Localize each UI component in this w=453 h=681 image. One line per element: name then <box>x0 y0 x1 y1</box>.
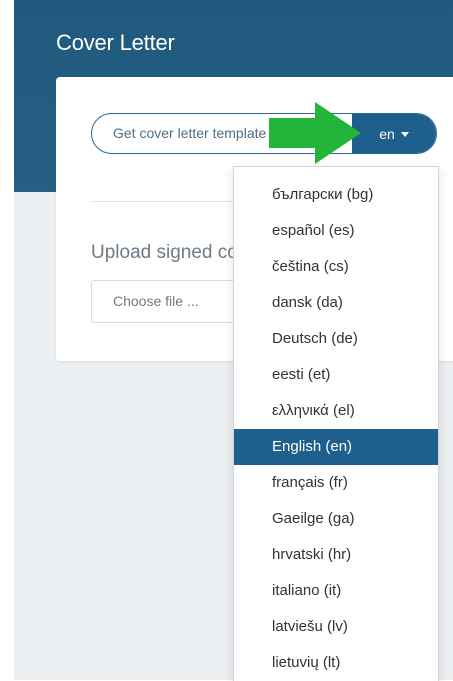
page-title: Cover Letter <box>56 30 175 55</box>
language-option[interactable]: italiano (it) <box>234 573 438 609</box>
language-dropdown-toggle[interactable]: en <box>352 114 436 153</box>
language-option[interactable]: български (bg) <box>234 177 438 213</box>
language-option[interactable]: lietuvių (lt) <box>234 645 438 681</box>
caret-down-icon <box>400 132 409 137</box>
language-option[interactable]: français (fr) <box>234 465 438 501</box>
file-input-placeholder: Choose file ... <box>113 293 199 309</box>
language-dropdown-menu: български (bg) español (es) čeština (cs) da… <box>233 166 439 681</box>
arrow-shape <box>269 102 361 164</box>
language-option[interactable]: Gaeilge (ga) <box>234 501 438 537</box>
language-option[interactable]: dansk (da) <box>234 285 438 321</box>
language-option[interactable]: English (en) <box>234 429 438 465</box>
selected-language-code: en <box>379 125 395 142</box>
language-option[interactable]: español (es) <box>234 213 438 249</box>
get-template-button[interactable]: Get cover letter template en <box>91 113 437 154</box>
language-option[interactable]: latviešu (lv) <box>234 609 438 645</box>
upload-label: Upload signed cover letter <box>91 242 233 263</box>
language-option[interactable]: čeština (cs) <box>234 249 438 285</box>
file-input[interactable]: Choose file ... <box>91 280 241 323</box>
language-option[interactable]: Deutsch (de) <box>234 321 438 357</box>
arrow-right-icon <box>269 102 361 164</box>
language-option[interactable]: ελληνικά (el) <box>234 393 438 429</box>
language-list: български (bg) español (es) čeština (cs) da… <box>234 167 438 681</box>
language-option[interactable]: eesti (et) <box>234 357 438 393</box>
get-template-label: Get cover letter template <box>113 125 267 141</box>
language-option[interactable]: hrvatski (hr) <box>234 537 438 573</box>
